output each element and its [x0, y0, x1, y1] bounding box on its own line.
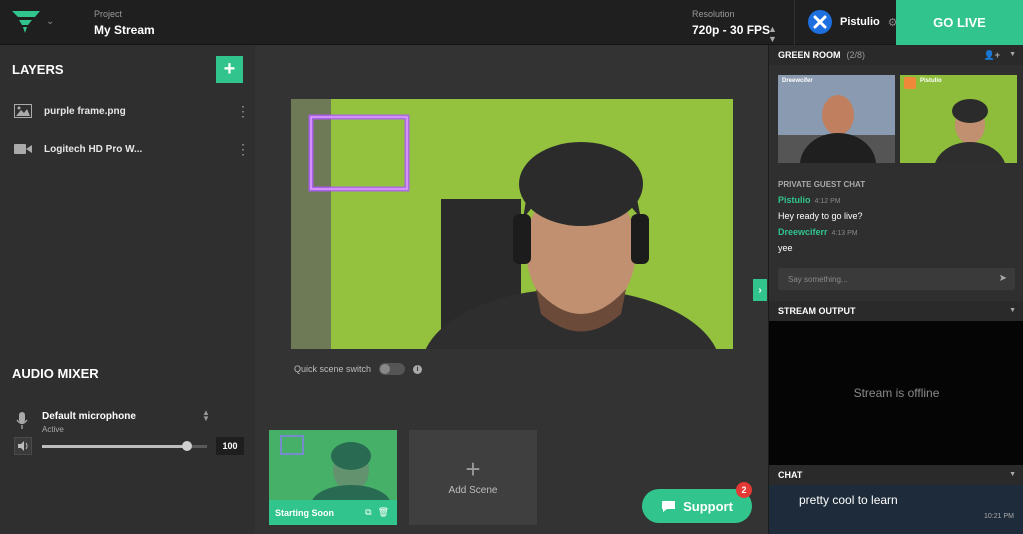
support-label: Support [683, 498, 733, 514]
info-icon[interactable]: i [413, 364, 423, 374]
scene-name: Starting Soon [275, 508, 334, 518]
support-button[interactable]: Support [642, 489, 752, 523]
project-label: Project [94, 9, 123, 19]
resolution-label: Resolution [692, 9, 735, 19]
notification-badge: 2 [736, 482, 752, 498]
scene-thumbnail [269, 430, 397, 500]
stream-status: Stream is offline [853, 386, 940, 400]
add-scene-label: Add Scene [448, 485, 498, 496]
duplicate-icon[interactable]: ⧉ [365, 507, 371, 518]
chat-timestamp: 10:21 PM [984, 513, 1014, 520]
resolution-selector[interactable]: Resolution 720p - 30 FPS [692, 9, 770, 37]
quick-scene-switch-toggle[interactable] [379, 363, 406, 375]
webcam-preview-image [291, 99, 733, 349]
chat-message-text: Hey ready to go live? [778, 211, 863, 221]
audio-device-name: Default microphone [42, 411, 136, 422]
quick-scene-switch: Quick scene switch i [294, 363, 423, 375]
microphone-icon [16, 412, 28, 429]
private-chat-title: PRIVATE GUEST CHAT [778, 180, 866, 189]
chat-header: CHAT ▼ [769, 465, 1023, 485]
guest-video[interactable]: Dreewcifer [778, 75, 895, 163]
project-selector[interactable]: Project My Stream [94, 9, 155, 37]
scene-actions: ⧉ 🗑 [365, 507, 389, 518]
more-options-icon[interactable]: ⋮ [236, 104, 250, 118]
guest-name: Pistulio [920, 78, 942, 84]
right-panel: GREEN ROOM (2/8) 👤+ ▼ Dreewcifer Pistuli… [768, 45, 1023, 534]
guest-count: (2/8) [846, 50, 866, 60]
user-account[interactable]: Pistulio ⚙ [808, 10, 898, 34]
stream-output-title: STREAM OUTPUT [778, 306, 856, 316]
chat-message-user: Pistulio 4:12 PM [778, 195, 841, 205]
logo-icon[interactable] [12, 9, 40, 35]
chevron-down-icon[interactable]: ▼ [1009, 307, 1016, 314]
trash-icon[interactable]: 🗑 [378, 507, 389, 518]
camera-icon [14, 144, 32, 154]
layer-item[interactable]: Logitech HD Pro W... ⋮ [14, 139, 250, 159]
chat-username: Pistulio [778, 195, 811, 205]
stream-output-preview: Stream is offline [769, 321, 1023, 465]
layer-label: purple frame.png [44, 105, 126, 117]
app-root: ⌄ Project My Stream Resolution 720p - 30… [0, 0, 1023, 534]
add-scene-button[interactable]: + Add Scene [409, 430, 537, 525]
go-live-button[interactable]: GO LIVE [896, 0, 1023, 45]
canvas-area: Quick scene switch i Starting Soon ⧉ 🗑 +… [255, 45, 768, 534]
more-options-icon[interactable]: ⋮ [236, 142, 250, 156]
chat-bubble-icon [662, 500, 676, 512]
green-room-header: GREEN ROOM (2/8) 👤+ ▼ [769, 45, 1023, 65]
quick-scene-switch-label: Quick scene switch [294, 364, 372, 374]
volume-slider-handle[interactable] [182, 441, 192, 451]
volume-slider-fill [42, 445, 187, 448]
guest-video[interactable]: Pistulio [900, 75, 1017, 163]
left-panel: LAYERS + purple frame.png ⋮ Logitech HD … [0, 45, 255, 534]
chevron-down-icon[interactable]: ▼ [1009, 471, 1016, 478]
add-user-icon[interactable]: 👤+ [984, 50, 1000, 61]
speaker-icon [17, 441, 27, 451]
image-icon [14, 104, 32, 118]
chat-message-user: Dreewciferr 4:13 PM [778, 227, 858, 237]
layer-item[interactable]: purple frame.png ⋮ [14, 101, 250, 121]
audio-mixer-title: AUDIO MIXER [12, 366, 99, 381]
guest-video-image [778, 75, 895, 163]
send-icon[interactable]: ➤ [999, 273, 1007, 284]
volume-slider[interactable] [42, 441, 207, 451]
sort-caret-icon[interactable]: ▲ ▼ [768, 24, 777, 44]
project-name: My Stream [94, 23, 155, 37]
green-room-title: GREEN ROOM [778, 50, 841, 60]
chat-title: CHAT [778, 470, 803, 480]
chat-message-text: yee [778, 243, 793, 253]
chat-message: pretty cool to learn 10:21 PM [769, 485, 1023, 534]
chat-input-placeholder: Say something... [788, 274, 848, 284]
add-layer-button[interactable]: + [216, 56, 243, 83]
top-bar: ⌄ Project My Stream Resolution 720p - 30… [0, 0, 1023, 45]
scene-card[interactable]: Starting Soon ⧉ 🗑 [269, 430, 397, 525]
user-name: Pistulio [840, 16, 880, 28]
divider [794, 0, 795, 45]
device-select-caret-icon[interactable]: ▲ ▼ [202, 409, 210, 423]
x-logo-icon [813, 15, 827, 29]
volume-value[interactable]: 100 [216, 437, 244, 455]
chat-message-text: pretty cool to learn [799, 493, 898, 507]
collapse-panel-button[interactable]: › [753, 279, 767, 301]
audio-device-status: Active [42, 425, 64, 434]
chat-username: Dreewciferr [778, 227, 828, 237]
private-chat-input[interactable]: Say something... ➤ [778, 268, 1015, 290]
chevron-down-icon[interactable]: ▼ [1009, 51, 1016, 58]
chevron-down-icon[interactable]: ⌄ [46, 16, 54, 27]
plus-icon: + [465, 454, 481, 484]
speaker-mute-button[interactable] [14, 437, 32, 455]
stream-output-header: STREAM OUTPUT ▼ [769, 301, 1023, 321]
scene-preview[interactable] [291, 99, 733, 349]
guest-video-image [900, 75, 1017, 163]
layer-label: Logitech HD Pro W... [44, 143, 143, 155]
chat-timestamp: 4:12 PM [814, 198, 841, 205]
chat-timestamp: 4:13 PM [831, 230, 858, 237]
resolution-value: 720p - 30 FPS [692, 23, 771, 37]
avatar [808, 10, 832, 34]
layers-title: LAYERS [12, 62, 64, 77]
guest-name: Dreewcifer [782, 78, 813, 84]
